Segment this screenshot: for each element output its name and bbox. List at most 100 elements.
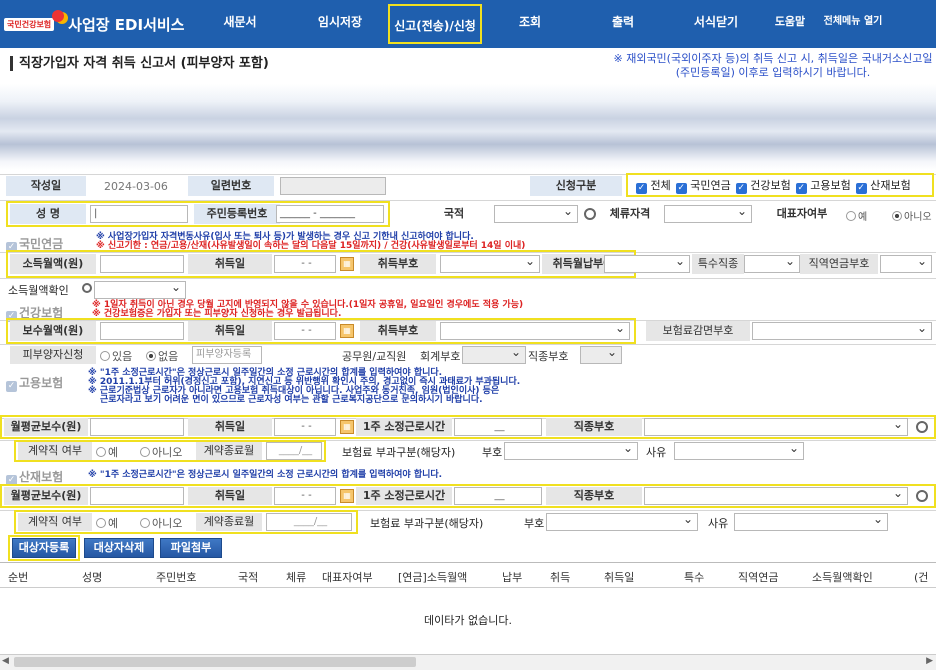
check-all[interactable]: ✓ 전체 <box>636 177 671 194</box>
industrial-calendar-icon[interactable]: ▦ <box>340 489 354 503</box>
banner-image <box>0 84 936 170</box>
rrn-input[interactable]: ______ - _______ <box>276 205 384 223</box>
industrial-end-input[interactable]: ____/__ <box>266 513 352 531</box>
employment-reason-select[interactable] <box>674 440 804 460</box>
employment-hours-label: 1주 소정근로시간 <box>356 418 452 436</box>
industrial-job-search-icon[interactable] <box>916 490 928 502</box>
col-pay[interactable]: 납부 <box>502 569 522 585</box>
industrial-job-select[interactable] <box>644 485 908 505</box>
employment-calendar-icon[interactable]: ▦ <box>340 420 354 434</box>
health-calendar-icon[interactable]: ▦ <box>340 324 354 338</box>
official-label: 공무원/교직원 <box>342 350 407 363</box>
industrial-hours-label: 1주 소정근로시간 <box>356 487 452 505</box>
employment-contract-no[interactable]: 아니오 <box>140 444 182 460</box>
col-special[interactable]: 특수 <box>684 569 704 585</box>
table-empty-message: 데이타가 없습니다. <box>424 614 512 627</box>
col-health[interactable]: (건 <box>914 569 928 585</box>
scroll-right-icon[interactable]: ▶ <box>926 656 933 666</box>
industrial-contract-yes[interactable]: 예 <box>96 515 118 531</box>
col-income[interactable]: [연금]소득월액 <box>398 569 467 585</box>
pension-pay-select[interactable] <box>604 253 690 273</box>
name-input[interactable]: | <box>90 205 188 223</box>
nationality-search-icon[interactable] <box>584 208 596 220</box>
register-button[interactable]: 대상자등록 <box>12 538 76 558</box>
menu-submit[interactable]: 신고(전송)/신청 <box>388 4 482 44</box>
employment-code-select[interactable] <box>504 440 638 460</box>
delete-button[interactable]: 대상자삭제 <box>84 538 154 558</box>
serial-field <box>280 177 386 195</box>
employment-contract-yes[interactable]: 예 <box>96 444 118 460</box>
col-rrn[interactable]: 주민번호 <box>156 569 196 585</box>
col-income-check[interactable]: 소득월액확인 <box>812 569 873 585</box>
health-acq-code-select[interactable] <box>440 320 630 340</box>
pension-acq-code-label: 취득부호 <box>360 254 436 274</box>
health-reduce-select[interactable] <box>752 320 932 340</box>
col-acq-date[interactable]: 취득일 <box>604 569 634 585</box>
industrial-code-select[interactable] <box>546 511 698 531</box>
employment-reason-label: 사유 <box>646 446 667 459</box>
dependent-radio-yes[interactable]: 있음 <box>100 348 132 364</box>
industrial-reason-select[interactable] <box>734 511 888 531</box>
col-nation[interactable]: 국적 <box>238 569 258 585</box>
pension-acq-code-select[interactable] <box>440 253 540 273</box>
pension-income-input[interactable] <box>100 255 184 273</box>
income-check-select[interactable] <box>94 279 186 299</box>
industrial-avg-input[interactable] <box>90 487 184 505</box>
job-code-select[interactable] <box>580 344 622 364</box>
employment-acq-date-label: 취득일 <box>188 418 272 436</box>
health-pay-input[interactable] <box>100 322 184 340</box>
col-acq[interactable]: 취득 <box>550 569 570 585</box>
employment-hours-input[interactable]: __ <box>454 418 542 436</box>
scroll-thumb[interactable] <box>14 657 416 667</box>
serial-label: 일련번호 <box>188 176 274 196</box>
employment-job-select[interactable] <box>644 416 908 436</box>
stay-label: 체류자격 <box>609 207 651 220</box>
dependent-radio-no[interactable]: 없음 <box>146 348 178 364</box>
check-health[interactable]: ✓ 건강보험 <box>735 177 791 194</box>
col-stay[interactable]: 체류 <box>286 569 306 585</box>
employment-end-input[interactable]: ____/__ <box>266 442 322 460</box>
col-name[interactable]: 성명 <box>82 569 102 585</box>
logo-badge: 국민건강보험 <box>4 9 65 31</box>
special-job-select[interactable] <box>744 253 800 273</box>
col-rep[interactable]: 대표자여부 <box>322 569 373 585</box>
rrn-label: 주민등록번호 <box>194 204 280 224</box>
check-industrial[interactable]: ✓ 산재보험 <box>855 177 911 194</box>
pension-acq-date-input[interactable]: - - <box>274 255 336 273</box>
menu-new[interactable]: 새문서 <box>188 0 292 48</box>
nationality-label: 국적 <box>443 207 465 220</box>
nationality-select[interactable] <box>494 203 578 223</box>
rep-radio-yes[interactable]: 예 <box>846 208 867 223</box>
rep-radio-no[interactable]: 아니오 <box>892 208 932 223</box>
menu-close-form[interactable]: 서식닫기 <box>668 0 764 48</box>
apply-type-label: 신청구분 <box>530 176 622 196</box>
income-check-search-icon[interactable] <box>82 283 92 293</box>
industrial-code-label: 부호 <box>524 517 545 530</box>
menu-all-open[interactable]: 전체메뉴 열기 <box>816 0 890 48</box>
col-seq[interactable]: 순번 <box>8 569 28 585</box>
pension-code-select[interactable] <box>880 253 932 273</box>
employment-job-search-icon[interactable] <box>916 421 928 433</box>
horizontal-scrollbar[interactable]: ◀ ▶ <box>0 654 936 670</box>
employment-avg-input[interactable] <box>90 418 184 436</box>
check-employment[interactable]: ✓ 고용보험 <box>795 177 851 194</box>
dependent-register-button[interactable]: 피부양자등록 <box>192 346 262 364</box>
pension-calendar-icon[interactable]: ▦ <box>340 257 354 271</box>
menu-inquiry[interactable]: 조회 <box>482 0 578 48</box>
menu-print[interactable]: 출력 <box>578 0 668 48</box>
account-select[interactable] <box>462 344 526 364</box>
menu-temp-save[interactable]: 임시저장 <box>292 0 388 48</box>
industrial-hours-input[interactable]: __ <box>454 487 542 505</box>
industrial-contract-no[interactable]: 아니오 <box>140 515 182 531</box>
section-employment[interactable]: ✓ 고용보험 <box>6 374 63 392</box>
industrial-acq-date-input[interactable]: - - <box>274 487 336 505</box>
employment-acq-date-input[interactable]: - - <box>274 418 336 436</box>
top-nav: 국민건강보험 사업장 EDI서비스 새문서 임시저장 신고(전송)/신청 조회 … <box>0 0 936 48</box>
col-pension[interactable]: 직역연금 <box>738 569 778 585</box>
attach-button[interactable]: 파일첨부 <box>160 538 222 558</box>
check-pension[interactable]: ✓ 국민연금 <box>675 177 731 194</box>
menu-help[interactable]: 도움말 <box>764 0 816 48</box>
stay-select[interactable] <box>664 203 752 223</box>
health-acq-date-input[interactable]: - - <box>274 322 336 340</box>
scroll-left-icon[interactable]: ◀ <box>2 656 9 666</box>
